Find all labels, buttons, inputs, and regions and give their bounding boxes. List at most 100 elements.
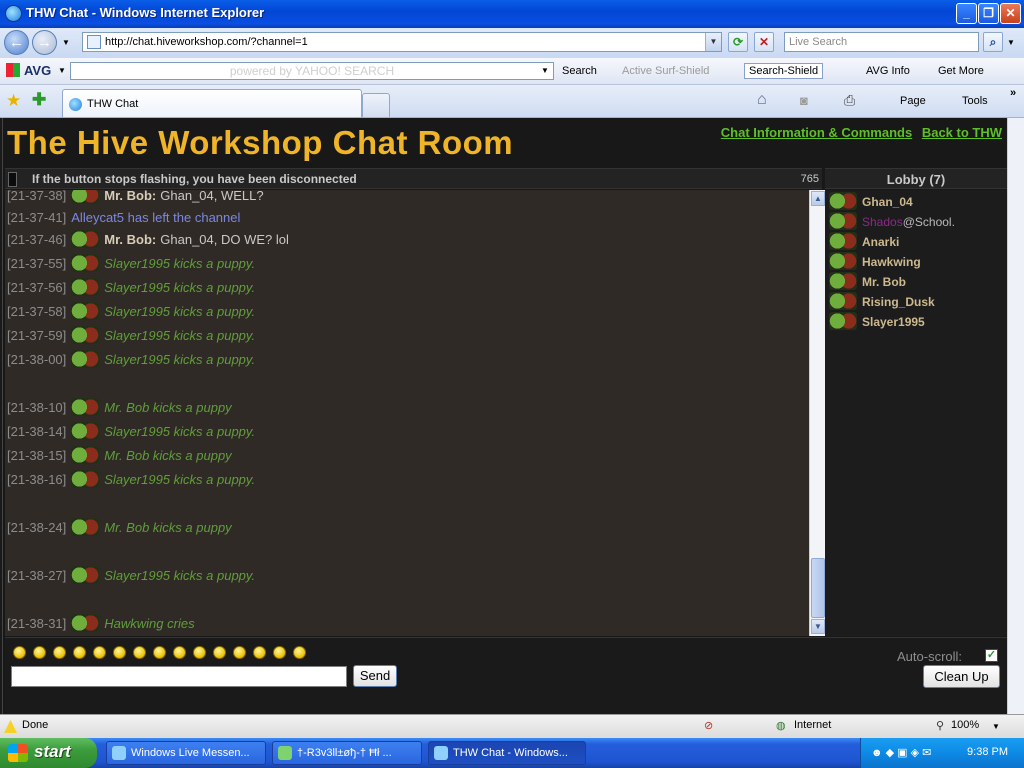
- task-chat-window[interactable]: †-R3v3ll±øђ-† Ħł ...: [272, 741, 422, 765]
- scroll-thumb[interactable]: [811, 558, 825, 618]
- print-icon[interactable]: ⎙: [844, 92, 855, 109]
- new-tab-button[interactable]: [362, 93, 390, 117]
- smiley-icon[interactable]: [13, 646, 26, 659]
- page-scrollbar[interactable]: [1007, 118, 1024, 714]
- chat-log[interactable]: [21-37-38] Mr. Bob: Ghan_04, WELL? [21-37-4…: [5, 190, 809, 636]
- smiley-icon[interactable]: [253, 646, 266, 659]
- chat-message: [21-37-55] Slayer1995 kicks a puppy.: [7, 254, 255, 276]
- yahoo-search-dropdown-icon[interactable]: ▼: [541, 66, 549, 75]
- back-to-thw-link[interactable]: Back to THW: [922, 125, 1002, 140]
- lobby-user[interactable]: Hawkwing: [829, 252, 921, 272]
- chat-message: [21-38-16] Slayer1995 kicks a puppy.: [7, 470, 255, 492]
- lobby-user-name: Rising_Dusk: [862, 295, 935, 309]
- active-surf-shield[interactable]: Active Surf-Shield: [622, 65, 709, 77]
- user-avatar-icon: [829, 212, 857, 230]
- lobby-user[interactable]: Anarki: [829, 232, 899, 252]
- forward-button[interactable]: →: [32, 30, 57, 55]
- smiley-icon[interactable]: [133, 646, 146, 659]
- action-message-text: Slayer1995 kicks a puppy.: [104, 304, 256, 319]
- chat-message: [21-37-56] Slayer1995 kicks a puppy.: [7, 278, 255, 300]
- user-avatar-icon: [829, 192, 857, 210]
- smiley-icon[interactable]: [193, 646, 206, 659]
- stop-button[interactable]: ✕: [754, 32, 774, 52]
- smiley-icon[interactable]: [73, 646, 86, 659]
- task-messenger[interactable]: Windows Live Messen...: [106, 741, 266, 765]
- autoscroll-checkbox[interactable]: ✓: [985, 649, 998, 662]
- smiley-icon[interactable]: [233, 646, 246, 659]
- chat-message: [21-37-46] Mr. Bob: Ghan_04, DO WE? lol: [7, 230, 289, 252]
- smiley-icon[interactable]: [153, 646, 166, 659]
- smiley-icon[interactable]: [113, 646, 126, 659]
- feeds-icon[interactable]: ◙: [800, 93, 808, 108]
- taskbar: start Windows Live Messen... †-R3v3ll±øђ…: [0, 738, 1024, 768]
- favorites-star-icon[interactable]: ★: [6, 91, 21, 111]
- address-field[interactable]: http://chat.hiveworkshop.com/?channel=1 …: [82, 32, 722, 52]
- lobby-header: Lobby (7): [825, 168, 1007, 189]
- task-label: THW Chat - Windows...: [453, 747, 568, 759]
- zoom-dropdown-icon[interactable]: ▼: [992, 722, 1000, 731]
- user-avatar-icon: [829, 272, 857, 290]
- home-icon[interactable]: ⌂: [757, 91, 767, 109]
- add-favorites-icon[interactable]: ✚: [32, 90, 46, 110]
- scroll-down-icon[interactable]: ▼: [811, 619, 825, 634]
- address-dropdown-icon[interactable]: ▼: [705, 33, 721, 51]
- page-menu[interactable]: Page: [900, 95, 926, 107]
- minimize-button[interactable]: _: [956, 3, 977, 24]
- smiley-icon[interactable]: [173, 646, 186, 659]
- get-more-button[interactable]: Get More: [938, 65, 984, 77]
- history-dropdown-icon[interactable]: ▼: [62, 38, 70, 47]
- start-button[interactable]: start: [0, 738, 97, 768]
- tab-thw-chat[interactable]: THW Chat: [62, 89, 362, 117]
- smiley-icon[interactable]: [33, 646, 46, 659]
- window-title-bar[interactable]: THW Chat - Windows Internet Explorer _ ❐…: [0, 0, 1024, 28]
- clock: 9:38 PM: [967, 746, 1008, 758]
- close-button[interactable]: ✕: [1000, 3, 1021, 24]
- message-input[interactable]: [11, 666, 347, 687]
- zoom-level[interactable]: 100%: [951, 719, 979, 731]
- task-thw-chat[interactable]: THW Chat - Windows...: [428, 741, 586, 765]
- lobby-user[interactable]: Slayer1995: [829, 312, 925, 332]
- avg-menu-dropdown-icon[interactable]: ▼: [58, 66, 66, 75]
- message-timestamp: [21-38-27]: [7, 568, 67, 583]
- smiley-icon[interactable]: [213, 646, 226, 659]
- lobby-user[interactable]: Shados@School.: [829, 212, 955, 232]
- smiley-icon[interactable]: [93, 646, 106, 659]
- live-search-input[interactable]: Live Search: [784, 32, 979, 52]
- send-button[interactable]: Send: [353, 665, 397, 687]
- composer-area: Send Auto-scroll: ✓ Clean Up: [5, 637, 1007, 714]
- avg-search-button[interactable]: Search: [562, 65, 597, 77]
- back-button[interactable]: ←: [4, 30, 29, 55]
- lobby-user[interactable]: Mr. Bob: [829, 272, 906, 292]
- chat-message: [21-38-10] Mr. Bob kicks a puppy: [7, 398, 232, 420]
- clean-up-button[interactable]: Clean Up: [923, 665, 1000, 688]
- lobby-user-name: Slayer1995: [862, 315, 925, 329]
- user-avatar-icon: [71, 230, 100, 248]
- yahoo-search-input[interactable]: powered by YAHOO! SEARCH: [70, 62, 554, 80]
- scroll-up-icon[interactable]: ▲: [811, 191, 825, 206]
- tools-menu[interactable]: Tools: [962, 95, 988, 107]
- chat-scrollbar[interactable]: ▲ ▼: [809, 190, 825, 636]
- popup-blocker-icon[interactable]: ⊘: [704, 719, 713, 732]
- smiley-icon[interactable]: [273, 646, 286, 659]
- lobby-user[interactable]: Ghan_04: [829, 192, 913, 212]
- maximize-button[interactable]: ❐: [978, 3, 999, 24]
- chat-info-link[interactable]: Chat Information & Commands: [721, 125, 912, 140]
- message-timestamp: [21-38-24]: [7, 520, 67, 535]
- connection-indicator-button[interactable]: [8, 172, 17, 187]
- avg-info-button[interactable]: AVG Info: [866, 65, 910, 77]
- search-options-icon[interactable]: ▼: [1007, 38, 1015, 47]
- zoom-icon[interactable]: ⚲: [936, 719, 944, 732]
- user-avatar-icon: [71, 190, 100, 204]
- message-author[interactable]: Mr. Bob:: [104, 232, 156, 247]
- lobby-user[interactable]: Rising_Dusk: [829, 292, 935, 312]
- smiley-icon[interactable]: [53, 646, 66, 659]
- search-go-button[interactable]: ⌕: [983, 32, 1003, 52]
- chat-message: [21-38-27] Slayer1995 kicks a puppy.: [7, 566, 255, 588]
- tray-icons[interactable]: ☻ ◆ ▣ ◈ ✉: [871, 746, 931, 759]
- search-shield-button[interactable]: Search-Shield: [744, 63, 824, 79]
- message-author[interactable]: Mr. Bob:: [104, 190, 156, 203]
- refresh-button[interactable]: ⟳: [728, 32, 748, 52]
- smiley-icon[interactable]: [293, 646, 306, 659]
- chevron-more-icon[interactable]: »: [1010, 87, 1016, 99]
- avg-menu[interactable]: AVG: [24, 63, 51, 78]
